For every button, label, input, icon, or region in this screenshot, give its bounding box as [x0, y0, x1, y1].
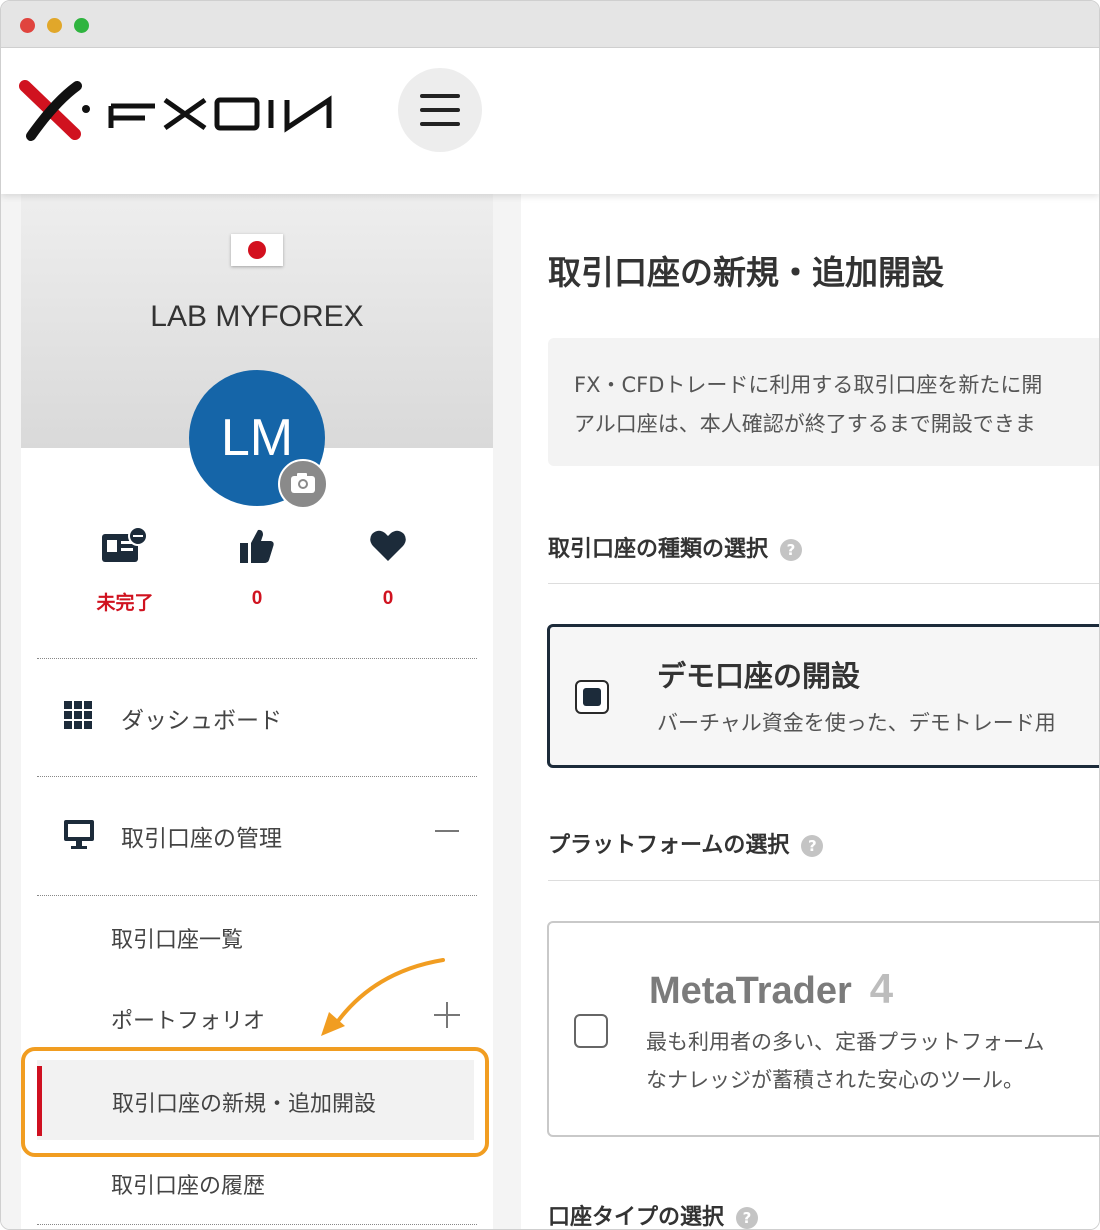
mt4-desc-line-1: 最も利用者の多い、定番プラットフォーム — [646, 1030, 1045, 1054]
mt4-checkbox[interactable] — [574, 1014, 608, 1048]
likes-count: 0 — [251, 588, 263, 609]
demo-account-checkbox[interactable] — [575, 680, 609, 714]
info-box: FX・CFDトレードに利用する取引口座を新たに開 アル口座は、本人確認が終了する… — [548, 338, 1099, 466]
section-title-account-type: 取引口座の種類の選択? — [548, 531, 803, 563]
divider — [37, 776, 477, 777]
grid-icon — [64, 701, 92, 729]
favorites-stat[interactable]: 0 — [343, 526, 433, 610]
divider — [548, 583, 1099, 584]
maximize-window-button[interactable] — [74, 18, 89, 33]
window-titlebar — [1, 1, 1099, 48]
collapse-icon[interactable] — [435, 830, 459, 832]
nav-label-dashboard: ダッシュボード — [121, 708, 282, 734]
divider — [548, 880, 1099, 881]
demo-account-card[interactable]: デモ口座の開設 バーチャル資金を使った、デモトレード用 — [547, 624, 1099, 768]
divider — [37, 895, 477, 896]
menu-icon — [420, 94, 460, 98]
help-icon[interactable]: ? — [736, 1207, 759, 1229]
favorites-count: 0 — [382, 588, 394, 609]
hamburger-menu-button[interactable] — [398, 68, 482, 152]
close-window-button[interactable] — [20, 18, 35, 33]
likes-stat[interactable]: 0 — [212, 526, 302, 610]
nav-label-account-management: 取引口座の管理 — [121, 826, 282, 852]
info-line-2: アル口座は、本人確認が終了するまで開設できま — [574, 412, 1036, 436]
app-header — [1, 48, 1099, 194]
demo-account-desc: バーチャル資金を使った、デモトレード用 — [657, 711, 1056, 735]
sidebar: LAB MYFOREX LM 未完了 0 0 ダッシュボード 取引口座の管理 取… — [21, 194, 493, 1229]
mt4-desc-line-2: なナレッジが蓄積された安心のツール。 — [646, 1068, 1024, 1092]
highlight-box — [21, 1047, 489, 1157]
main-content: 取引口座の新規・追加開設 FX・CFDトレードに利用する取引口座を新たに開 アル… — [521, 194, 1099, 1229]
japan-flag-icon — [231, 234, 283, 266]
section-title-platform: プラットフォームの選択? — [548, 827, 824, 859]
browser-window: LAB MYFOREX LM 未完了 0 0 ダッシュボード 取引口座の管理 取… — [0, 0, 1100, 1230]
metatrader-logo: MetaTrader 4 — [649, 965, 894, 1012]
section-title-account-kind: 口座タイプの選択? — [548, 1199, 759, 1229]
monitor-icon — [64, 820, 94, 849]
verification-status-value: 未完了 — [96, 593, 154, 614]
verification-status[interactable]: 未完了 — [80, 526, 170, 615]
profile-username: LAB MYFOREX — [150, 300, 364, 333]
thumbs-up-icon — [240, 529, 274, 563]
divider — [37, 658, 477, 659]
minimize-window-button[interactable] — [47, 18, 62, 33]
sidebar-item-account-list[interactable]: 取引口座一覧 — [111, 922, 243, 954]
mt4-card[interactable]: MetaTrader 4 最も利用者の多い、定番プラットフォーム なナレッジが蓄積… — [547, 921, 1099, 1137]
info-line-1: FX・CFDトレードに利用する取引口座を新たに開 — [574, 373, 1043, 397]
heart-icon — [370, 530, 406, 561]
divider — [37, 1224, 477, 1225]
fxon-logo[interactable] — [19, 78, 339, 142]
sidebar-item-account-history[interactable]: 取引口座の履歴 — [111, 1168, 265, 1200]
sidebar-item-portfolio[interactable]: ポートフォリオ — [111, 1003, 265, 1035]
demo-account-title: デモ口座の開設 — [657, 659, 861, 693]
page-body: LAB MYFOREX LM 未完了 0 0 ダッシュボード 取引口座の管理 取… — [1, 194, 1099, 1229]
help-icon[interactable]: ? — [801, 835, 824, 857]
nav-item-dashboard[interactable]: ダッシュボード — [21, 688, 493, 746]
pointer-arrow-icon — [321, 958, 445, 1036]
nav-item-account-management[interactable]: 取引口座の管理 — [21, 806, 493, 864]
id-card-icon — [102, 526, 148, 562]
page-title: 取引口座の新規・追加開設 — [548, 253, 944, 292]
help-icon[interactable]: ? — [780, 539, 803, 561]
camera-icon[interactable] — [278, 459, 328, 509]
